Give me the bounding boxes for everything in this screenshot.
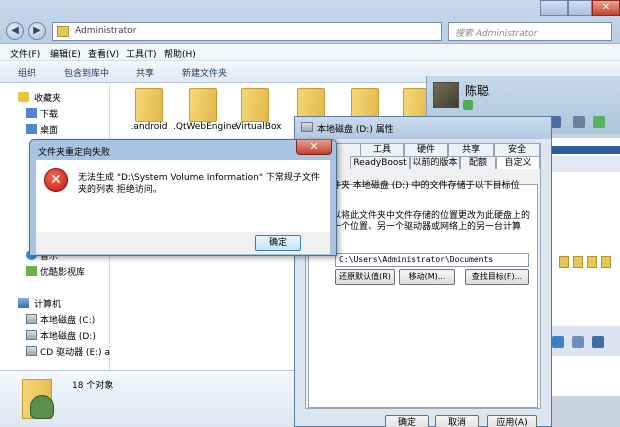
folder-icon <box>57 26 69 37</box>
tab-sharing[interactable]: 共享 <box>448 143 494 156</box>
include-library-button[interactable]: 包含到库中 <box>64 66 109 79</box>
address-bar[interactable]: Administrator <box>52 22 442 41</box>
folder-icon <box>587 256 597 268</box>
error-message: 无法生成 "D:\System Volume Information" 下常规子… <box>78 173 320 195</box>
move-button[interactable]: 移动(M)... <box>399 269 455 285</box>
drive-icon <box>26 314 37 324</box>
folder-icon[interactable] <box>241 88 269 122</box>
folder-icon[interactable] <box>135 88 163 122</box>
properties-titlebar: 本地磁盘 (D:) 属性 <box>295 117 551 139</box>
folder-icon <box>573 256 583 268</box>
avatar[interactable] <box>433 82 459 108</box>
error-dialog: 文件夹重定向失败 ✕ ✕ 无法生成 "D:\System Volume Info… <box>29 139 337 256</box>
back-button[interactable]: ◀ <box>6 22 24 40</box>
find-target-button[interactable]: 查找目标(F)... <box>465 269 529 285</box>
tab-hardware[interactable]: 硬件 <box>404 143 448 156</box>
music-icon[interactable] <box>592 336 604 348</box>
folder-name[interactable]: .VirtualBox <box>227 122 287 132</box>
tab-tools[interactable]: 工具 <box>360 143 404 156</box>
menu-edit[interactable]: 编辑(E) <box>50 47 81 60</box>
nav-label: 本地磁盘 (D:) <box>40 332 96 342</box>
message-icon[interactable] <box>573 116 585 128</box>
desktop-icon <box>26 124 37 134</box>
contact-name: 陈聪 <box>465 84 490 98</box>
organize-button[interactable]: 组织 <box>18 66 36 79</box>
font-icon[interactable] <box>572 336 584 348</box>
nav-label: CD 驱动器 (E:) a <box>40 348 111 358</box>
computer-icon <box>18 298 29 308</box>
folder-icon <box>601 256 611 268</box>
tab-previous-versions[interactable]: 以前的版本 <box>410 156 460 169</box>
maximize-button[interactable] <box>568 0 592 16</box>
tab-customize[interactable]: 自定义 <box>496 156 540 169</box>
nav-label: 计算机 <box>34 300 62 310</box>
move-description: 可以将此文件夹中文件存储的位置更改为此硬盘上的另一个位置、另一个驱动器或网络上的… <box>323 211 531 243</box>
error-footer: 确定 <box>36 232 330 254</box>
error-title: 文件夹重定向失败 <box>38 148 111 158</box>
chat-input-toolbar <box>542 326 620 356</box>
nav-label: 收藏夹 <box>34 94 62 104</box>
tab-quota[interactable]: 配额 <box>460 156 496 169</box>
new-folder-button[interactable]: 新建文件夹 <box>182 66 227 79</box>
drive-icon <box>301 122 313 132</box>
emoji-icon[interactable] <box>552 336 564 348</box>
add-icon[interactable] <box>593 116 605 128</box>
forward-button[interactable]: ▶ <box>28 22 46 40</box>
tab-readyboost[interactable]: ReadyBoost <box>350 156 410 169</box>
user-icon <box>30 395 54 419</box>
chat-toolbar <box>543 156 620 172</box>
nav-label: 本地磁盘 (C:) <box>40 316 96 326</box>
menu-help[interactable]: 帮助(H) <box>164 47 196 60</box>
folder-name[interactable]: .android <box>119 122 179 132</box>
menu-tools[interactable]: 工具(T) <box>126 47 157 60</box>
address-text: Administrator <box>75 26 137 36</box>
star-icon <box>18 92 29 102</box>
item-count: 18 个对象 <box>72 381 114 391</box>
ok-button[interactable]: 确定 <box>385 415 429 427</box>
error-body: ✕ 无法生成 "D:\System Volume Information" 下常… <box>36 160 330 232</box>
drive-icon <box>26 330 37 340</box>
minimize-button[interactable] <box>540 0 568 16</box>
path-field[interactable]: C:\Users\Administrator\Documents <box>335 253 529 267</box>
chat-banner <box>543 146 620 154</box>
nav-label: 桌面 <box>40 126 59 136</box>
chat-content <box>542 138 620 396</box>
folder-icon[interactable] <box>189 88 217 122</box>
ok-button[interactable]: 确定 <box>255 235 301 251</box>
menu-file[interactable]: 文件(F) <box>10 47 40 60</box>
explorer-titlebar: ◀ ▶ Administrator 搜索 Administrator ✕ <box>0 0 620 44</box>
apply-button[interactable]: 应用(A) <box>487 415 537 427</box>
menu-bar: 文件(F) 编辑(E) 查看(V) 工具(T) 帮助(H) <box>0 44 620 61</box>
restore-default-button[interactable]: 还原默认值(R) <box>335 269 395 285</box>
share-button[interactable]: 共享 <box>136 66 154 79</box>
cancel-button[interactable]: 取消 <box>435 415 479 427</box>
error-icon: ✕ <box>44 168 68 192</box>
phone-icon <box>463 100 473 110</box>
download-icon <box>26 108 37 118</box>
search-input[interactable]: 搜索 Administrator <box>448 22 612 41</box>
cd-drive-icon <box>26 346 37 356</box>
close-button[interactable]: ✕ <box>592 0 620 16</box>
search-placeholder: 搜索 Administrator <box>455 29 538 39</box>
nav-label: 下载 <box>40 110 59 120</box>
library-icon <box>26 266 37 276</box>
properties-title: 本地磁盘 (D:) 属性 <box>317 125 394 135</box>
nav-label: 优酷影视库 <box>40 268 86 278</box>
folder-icon <box>559 256 569 268</box>
tab-security[interactable]: 安全 <box>494 143 540 156</box>
location-description: 文件夹 本地磁盘 (D:) 中的文件存储于以下目标位置。 <box>323 181 520 202</box>
close-button[interactable]: ✕ <box>296 140 332 155</box>
menu-view[interactable]: 查看(V) <box>88 47 119 60</box>
